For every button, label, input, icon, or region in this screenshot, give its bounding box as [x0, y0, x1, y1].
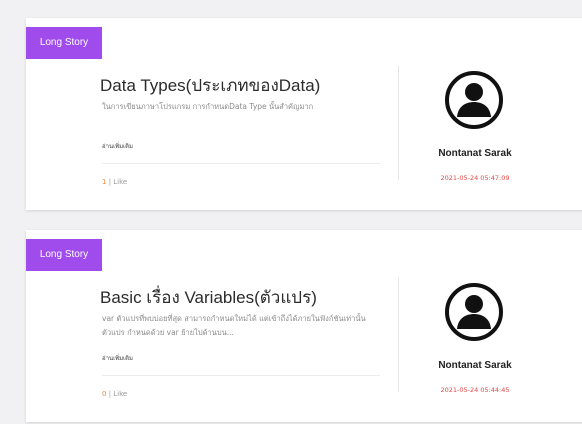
read-more-link[interactable]: อ่านเพิ่มเติม: [102, 141, 133, 151]
category-tag[interactable]: Long Story: [26, 239, 102, 271]
user-avatar-icon[interactable]: [444, 70, 504, 130]
post-date: 2021-05-24 05:44:45: [440, 386, 510, 394]
post-card: Long Story Data Types(ประเภทของData) ในก…: [26, 18, 582, 210]
divider: [102, 163, 380, 164]
post-excerpt: ในการเขียนภาษาโปรแกรม การกำหนดData Type …: [102, 102, 314, 111]
like-label: | Like: [106, 178, 128, 186]
post-date: 2021-05-24 05:47:09: [440, 174, 510, 182]
like-button[interactable]: 1 | Like: [102, 178, 127, 186]
post-title[interactable]: Basic เรื่อง Variables(ตัวแปร): [100, 284, 317, 311]
post-title[interactable]: Data Types(ประเภทของData): [100, 72, 320, 99]
user-avatar-icon[interactable]: [444, 282, 504, 342]
vertical-divider: [398, 66, 399, 180]
post-card: Long Story Basic เรื่อง Variables(ตัวแปร…: [26, 230, 582, 422]
author-name[interactable]: Nontanat Sarak: [414, 148, 536, 159]
like-button[interactable]: 0 | Like: [102, 390, 127, 398]
post-excerpt: var ตัวแปรที่พบบ่อยที่สุด สามารถกำหนดใหม…: [102, 314, 366, 337]
author-name[interactable]: Nontanat Sarak: [414, 360, 536, 371]
category-tag[interactable]: Long Story: [26, 27, 102, 59]
read-more-link[interactable]: อ่านเพิ่มเติม: [102, 353, 133, 363]
vertical-divider: [398, 278, 399, 392]
divider: [102, 375, 380, 376]
like-label: | Like: [106, 390, 128, 398]
